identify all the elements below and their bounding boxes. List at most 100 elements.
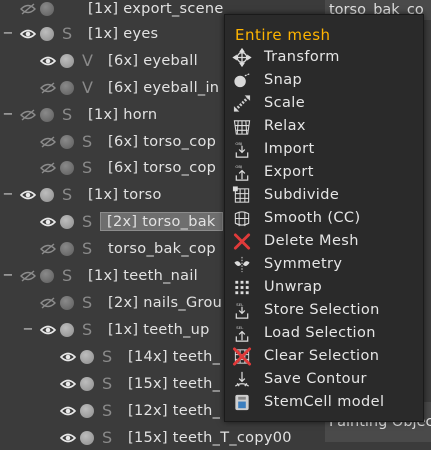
visibility-eye-icon[interactable] <box>40 55 56 67</box>
menu-item-smooth[interactable]: Smooth (CC) <box>225 207 423 230</box>
tree-item-label[interactable]: [2x] torso_bak <box>100 212 223 231</box>
tree-item-label[interactable]: [1x] teeth_up <box>108 320 210 340</box>
visibility-eye-icon[interactable] <box>40 216 56 228</box>
menu-item-stemcell[interactable]: StemCell model <box>225 391 423 414</box>
visibility-eye-icon[interactable] <box>20 109 36 121</box>
ghost-sphere-icon[interactable] <box>40 108 54 122</box>
tree-item-label[interactable]: [1x] torso <box>88 185 162 205</box>
ghost-sphere-icon[interactable] <box>60 296 74 310</box>
layer-type-icon[interactable]: V <box>82 78 94 98</box>
visibility-eye-icon[interactable] <box>20 270 36 282</box>
menu-item-scale[interactable]: Scale <box>225 92 423 115</box>
layer-type-icon[interactable]: S <box>82 320 94 340</box>
tree-item-label[interactable]: [6x] torso_cop <box>108 132 216 152</box>
tree-item-label[interactable]: [2x] nails_Grou <box>108 293 222 313</box>
tree-item-label[interactable]: [1x] export_scene <box>88 0 224 19</box>
tree-item-label[interactable]: [1x] teeth_nail <box>88 266 198 286</box>
ghost-sphere-icon[interactable] <box>80 431 94 445</box>
expand-toggle[interactable] <box>22 132 34 152</box>
visibility-eye-icon[interactable] <box>20 3 36 15</box>
ghost-sphere-icon[interactable] <box>40 188 54 202</box>
expand-toggle[interactable] <box>22 78 34 98</box>
tree-item-label[interactable]: [14x] teeth_ <box>128 347 220 367</box>
visibility-eye-icon[interactable] <box>40 297 56 309</box>
expand-toggle[interactable] <box>2 0 14 19</box>
ghost-sphere-icon[interactable] <box>60 323 74 337</box>
menu-item-delete[interactable]: Delete Mesh <box>225 230 423 253</box>
expand-toggle[interactable] <box>22 212 34 232</box>
expand-toggle[interactable] <box>42 347 54 367</box>
tree-item-label[interactable]: [1x] eyes <box>88 24 158 44</box>
expand-toggle[interactable] <box>22 239 34 259</box>
visibility-eye-icon[interactable] <box>40 136 56 148</box>
menu-item-symmetry[interactable]: Symmetry <box>225 253 423 276</box>
expand-toggle[interactable] <box>42 374 54 394</box>
tree-item-label[interactable]: [6x] eyeball <box>108 51 198 71</box>
layer-type-icon[interactable]: V <box>82 51 94 71</box>
menu-item-save-contour[interactable]: Save Contour <box>225 368 423 391</box>
visibility-eye-icon[interactable] <box>60 432 76 444</box>
visibility-eye-icon[interactable] <box>40 162 56 174</box>
layer-type-icon[interactable]: S <box>62 105 74 125</box>
menu-item-import[interactable]: OBJ Import <box>225 138 423 161</box>
expand-toggle[interactable] <box>22 51 34 71</box>
expand-toggle[interactable]: − <box>2 24 14 44</box>
tree-item-label[interactable]: [1x] horn <box>88 105 157 125</box>
visibility-eye-icon[interactable] <box>20 28 36 40</box>
expand-toggle[interactable]: − <box>22 320 34 340</box>
ghost-sphere-icon[interactable] <box>60 81 74 95</box>
expand-toggle[interactable] <box>42 428 54 448</box>
expand-toggle[interactable]: − <box>2 105 14 125</box>
layer-type-icon[interactable]: S <box>102 347 114 367</box>
visibility-eye-icon[interactable] <box>60 378 76 390</box>
expand-toggle[interactable] <box>22 158 34 178</box>
ghost-sphere-icon[interactable] <box>40 269 54 283</box>
layer-type-icon[interactable]: S <box>62 185 74 205</box>
menu-item-store-selection[interactable]: SEL Store Selection <box>225 299 423 322</box>
visibility-eye-icon[interactable] <box>40 324 56 336</box>
layer-type-icon[interactable] <box>62 0 74 19</box>
visibility-eye-icon[interactable] <box>20 189 36 201</box>
tree-item-label[interactable]: [6x] torso_cop <box>108 158 216 178</box>
ghost-sphere-icon[interactable] <box>60 161 74 175</box>
menu-item-relax[interactable]: Relax <box>225 115 423 138</box>
expand-toggle[interactable] <box>22 293 34 313</box>
ghost-sphere-icon[interactable] <box>60 215 74 229</box>
layer-type-icon[interactable]: S <box>62 266 74 286</box>
layer-type-icon[interactable]: S <box>82 212 94 232</box>
visibility-eye-icon[interactable] <box>40 243 56 255</box>
tree-item-label[interactable]: torso_bak_cop <box>108 239 216 259</box>
ghost-sphere-icon[interactable] <box>60 54 74 68</box>
layer-type-icon[interactable]: S <box>62 24 74 44</box>
menu-item-unwrap[interactable]: Unwrap <box>225 276 423 299</box>
visibility-eye-icon[interactable] <box>40 82 56 94</box>
menu-item-clear-selection[interactable]: Clear Selection <box>225 345 423 368</box>
ghost-sphere-icon[interactable] <box>80 377 94 391</box>
ghost-sphere-icon[interactable] <box>40 2 54 16</box>
visibility-eye-icon[interactable] <box>60 405 76 417</box>
visibility-eye-icon[interactable] <box>60 351 76 363</box>
layer-type-icon[interactable]: S <box>82 132 94 152</box>
tree-item-label[interactable]: [15x] teeth_ <box>128 374 220 394</box>
menu-item-snap[interactable]: Snap <box>225 69 423 92</box>
layer-type-icon[interactable]: S <box>102 401 114 421</box>
ghost-sphere-icon[interactable] <box>60 242 74 256</box>
layer-type-icon[interactable]: S <box>82 293 94 313</box>
ghost-sphere-icon[interactable] <box>40 27 54 41</box>
tree-item-label[interactable]: [15x] teeth_T_copy00 <box>128 428 292 448</box>
expand-toggle[interactable] <box>42 401 54 421</box>
ghost-sphere-icon[interactable] <box>80 404 94 418</box>
tree-item-label[interactable]: [6x] eyeball_in <box>108 78 219 98</box>
expand-toggle[interactable]: − <box>2 266 14 286</box>
menu-item-export[interactable]: OBJ Export <box>225 161 423 184</box>
menu-item-subdivide[interactable]: Subdivide <box>225 184 423 207</box>
layer-type-icon[interactable]: S <box>82 158 94 178</box>
layer-type-icon[interactable]: S <box>82 239 94 259</box>
layer-type-icon[interactable]: S <box>102 428 114 448</box>
ghost-sphere-icon[interactable] <box>60 135 74 149</box>
tree-item-label[interactable]: [12x] teeth_ <box>128 401 220 421</box>
expand-toggle[interactable]: − <box>2 185 14 205</box>
ghost-sphere-icon[interactable] <box>80 350 94 364</box>
menu-item-transform[interactable]: Transform <box>225 46 423 69</box>
menu-item-load-selection[interactable]: SEL Load Selection <box>225 322 423 345</box>
